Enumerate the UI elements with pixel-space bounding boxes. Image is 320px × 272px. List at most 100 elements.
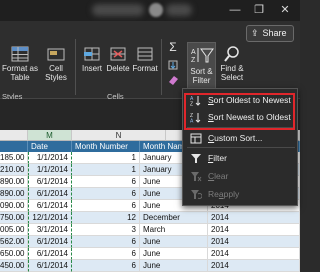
amount-cell[interactable]: 090.00 bbox=[0, 200, 28, 212]
custom-sort-icon bbox=[190, 133, 202, 144]
insert-button[interactable]: Insert bbox=[78, 46, 106, 73]
month-number-cell[interactable]: 6 bbox=[72, 260, 140, 272]
format-as-table-label: Format as Table bbox=[1, 64, 38, 82]
date-cell[interactable]: 6/1/2014 bbox=[28, 188, 72, 200]
restore-button[interactable]: ❐ bbox=[252, 3, 266, 17]
ribbon-divider bbox=[161, 39, 162, 95]
format-button[interactable]: Format bbox=[131, 46, 159, 73]
date-cell[interactable]: 6/1/2014 bbox=[28, 236, 72, 248]
year-cell[interactable]: 2014 bbox=[208, 248, 300, 260]
menu-item-reapply: Reapply bbox=[183, 186, 297, 203]
year-cell[interactable]: 2014 bbox=[208, 212, 300, 224]
svg-text:A: A bbox=[191, 49, 196, 56]
svg-text:Z: Z bbox=[191, 57, 196, 64]
menu-item-label: pply bbox=[223, 189, 240, 199]
month-number-cell[interactable]: 6 bbox=[72, 200, 140, 212]
table-row: 450.00 6/1/2014 6 June 2014 bbox=[0, 260, 300, 272]
month-number-cell[interactable]: 12 bbox=[72, 212, 140, 224]
date-cell[interactable]: 3/1/2014 bbox=[28, 224, 72, 236]
month-number-cell[interactable]: 6 bbox=[72, 188, 140, 200]
clear-eraser-icon[interactable] bbox=[165, 74, 181, 88]
menu-item-clear: Clear bbox=[183, 168, 297, 185]
column-header[interactable] bbox=[0, 130, 28, 141]
delete-cells-icon bbox=[110, 47, 126, 61]
table-row: 562.00 6/1/2014 6 June 2014 bbox=[0, 236, 300, 248]
amount-cell[interactable]: 450.00 bbox=[0, 260, 28, 272]
column-header-m[interactable]: M bbox=[28, 130, 72, 141]
amount-cell[interactable]: 650.00 bbox=[0, 248, 28, 260]
autosum-icon[interactable]: Σ bbox=[165, 41, 181, 53]
table-header-month-number[interactable]: Month Number bbox=[72, 141, 140, 152]
blurred-user bbox=[166, 4, 192, 16]
date-cell[interactable]: 12/1/2014 bbox=[28, 212, 72, 224]
format-cells-icon bbox=[137, 47, 153, 61]
format-label: Format bbox=[132, 64, 158, 73]
amount-cell[interactable]: 750.00 bbox=[0, 212, 28, 224]
menu-item-label-prefix: Re bbox=[208, 189, 219, 199]
date-cell[interactable]: 6/1/2014 bbox=[28, 248, 72, 260]
delete-button[interactable]: Delete bbox=[105, 46, 131, 73]
user-avatar[interactable] bbox=[149, 3, 163, 17]
month-number-cell[interactable]: 1 bbox=[72, 164, 140, 176]
date-cell[interactable]: 6/1/2014 bbox=[28, 260, 72, 272]
ribbon-divider bbox=[75, 39, 76, 95]
cell-styles-label: Cell Styles bbox=[45, 64, 67, 82]
amount-cell[interactable]: 005.00 bbox=[0, 224, 28, 236]
table-row: 650.00 6/1/2014 6 June 2014 bbox=[0, 248, 300, 260]
delete-label: Delete bbox=[106, 64, 130, 73]
amount-cell[interactable]: 890.00 bbox=[0, 176, 28, 188]
reapply-icon bbox=[191, 190, 202, 199]
menu-item-label: ustom Sort... bbox=[214, 133, 263, 143]
filter-icon bbox=[191, 154, 201, 163]
menu-item-label: lear bbox=[214, 171, 229, 181]
month-number-cell[interactable]: 1 bbox=[72, 152, 140, 164]
amount-cell[interactable]: 210.00 bbox=[0, 164, 28, 176]
find-select-label: Find & Select bbox=[220, 64, 244, 82]
share-button[interactable]: ⇪ Share bbox=[246, 25, 294, 42]
fill-icon[interactable] bbox=[165, 59, 181, 73]
month-name-cell[interactable]: June bbox=[140, 236, 208, 248]
menu-item-filter[interactable]: Filter bbox=[183, 150, 297, 167]
menu-item-label: ilter bbox=[213, 153, 227, 163]
amount-cell[interactable]: 185.00 bbox=[0, 152, 28, 164]
find-select-button[interactable]: Find & Select bbox=[217, 46, 247, 82]
menu-separator bbox=[187, 147, 295, 148]
month-number-cell[interactable]: 3 bbox=[72, 224, 140, 236]
month-name-cell[interactable]: December bbox=[140, 212, 208, 224]
year-cell[interactable]: 2014 bbox=[208, 224, 300, 236]
year-cell[interactable]: 2014 bbox=[208, 236, 300, 248]
date-cell[interactable]: 6/1/2014 bbox=[28, 200, 72, 212]
cell-styles-icon bbox=[47, 48, 65, 61]
table-header-date[interactable]: Date bbox=[28, 141, 72, 152]
amount-cell[interactable]: 562.00 bbox=[0, 236, 28, 248]
blurred-title bbox=[92, 4, 144, 16]
month-name-cell[interactable]: June bbox=[140, 260, 208, 272]
minimize-button[interactable]: — bbox=[228, 3, 242, 17]
format-as-table-button[interactable]: Format as Table bbox=[0, 46, 40, 82]
table-header-cell[interactable] bbox=[0, 141, 28, 152]
cell-styles-button[interactable]: Cell Styles bbox=[40, 46, 72, 82]
date-cell[interactable]: 1/1/2014 bbox=[28, 152, 72, 164]
menu-item-custom-sort[interactable]: Custom Sort... bbox=[183, 130, 297, 147]
table-row: 005.00 3/1/2014 3 March 2014 bbox=[0, 224, 300, 236]
clear-filter-icon bbox=[191, 172, 202, 182]
column-header-n[interactable]: N bbox=[72, 130, 166, 141]
month-number-cell[interactable]: 6 bbox=[72, 176, 140, 188]
format-as-table-icon bbox=[11, 46, 29, 62]
month-number-cell[interactable]: 6 bbox=[72, 248, 140, 260]
year-cell[interactable]: 2014 bbox=[208, 260, 300, 272]
magnifier-icon bbox=[224, 46, 239, 62]
date-cell[interactable]: 1/1/2014 bbox=[28, 164, 72, 176]
insert-cells-icon bbox=[84, 47, 100, 61]
month-name-cell[interactable]: June bbox=[140, 248, 208, 260]
sort-filter-icon: A Z bbox=[191, 48, 214, 64]
amount-cell[interactable]: 890.00 bbox=[0, 188, 28, 200]
month-name-cell[interactable]: March bbox=[140, 224, 208, 236]
table-row: 750.00 12/1/2014 12 December 2014 bbox=[0, 212, 300, 224]
share-label: Share bbox=[262, 28, 287, 38]
insert-label: Insert bbox=[81, 64, 102, 73]
title-bar: — ❐ ✕ bbox=[0, 0, 300, 21]
month-number-cell[interactable]: 6 bbox=[72, 236, 140, 248]
close-button[interactable]: ✕ bbox=[278, 3, 292, 17]
date-cell[interactable]: 6/1/2014 bbox=[28, 176, 72, 188]
